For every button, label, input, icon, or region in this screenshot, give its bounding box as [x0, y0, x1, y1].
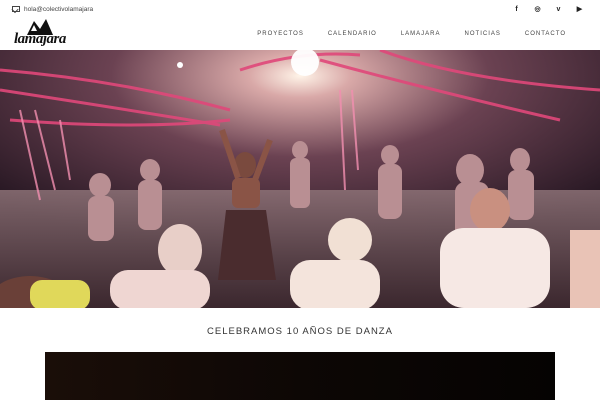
hero-image: [0, 50, 600, 308]
mail-icon: [12, 6, 20, 12]
site-header: lamajara PROYECTOS CALENDARIO LAMAJARA N…: [0, 18, 600, 50]
social-links: f ◎ v ▶: [512, 5, 584, 14]
logo-text: lamajara: [14, 31, 66, 47]
facebook-icon[interactable]: f: [512, 6, 521, 13]
video-player[interactable]: [45, 352, 555, 400]
nav-proyectos[interactable]: PROYECTOS: [245, 31, 316, 37]
site-logo[interactable]: lamajara: [12, 19, 70, 49]
youtube-icon[interactable]: ▶: [575, 5, 584, 13]
main-nav: PROYECTOS CALENDARIO LAMAJARA NOTICIAS C…: [245, 31, 578, 37]
nav-lamajara[interactable]: LAMAJARA: [389, 31, 453, 37]
email-text[interactable]: hola@colectivolamajara: [24, 6, 93, 13]
vimeo-icon[interactable]: v: [554, 6, 563, 13]
nav-noticias[interactable]: NOTICIAS: [453, 31, 513, 37]
top-bar: hola@colectivolamajara f ◎ v ▶: [0, 0, 600, 18]
video-thumbnail: [45, 352, 555, 400]
nav-contacto[interactable]: CONTACTO: [513, 31, 578, 37]
instagram-icon[interactable]: ◎: [533, 5, 542, 13]
dance-celebration-photo: [0, 50, 600, 308]
contact-email[interactable]: hola@colectivolamajara: [12, 6, 93, 13]
page-headline: CELEBRAMOS 10 AÑOS DE DANZA: [207, 326, 393, 337]
nav-calendario[interactable]: CALENDARIO: [316, 31, 389, 37]
